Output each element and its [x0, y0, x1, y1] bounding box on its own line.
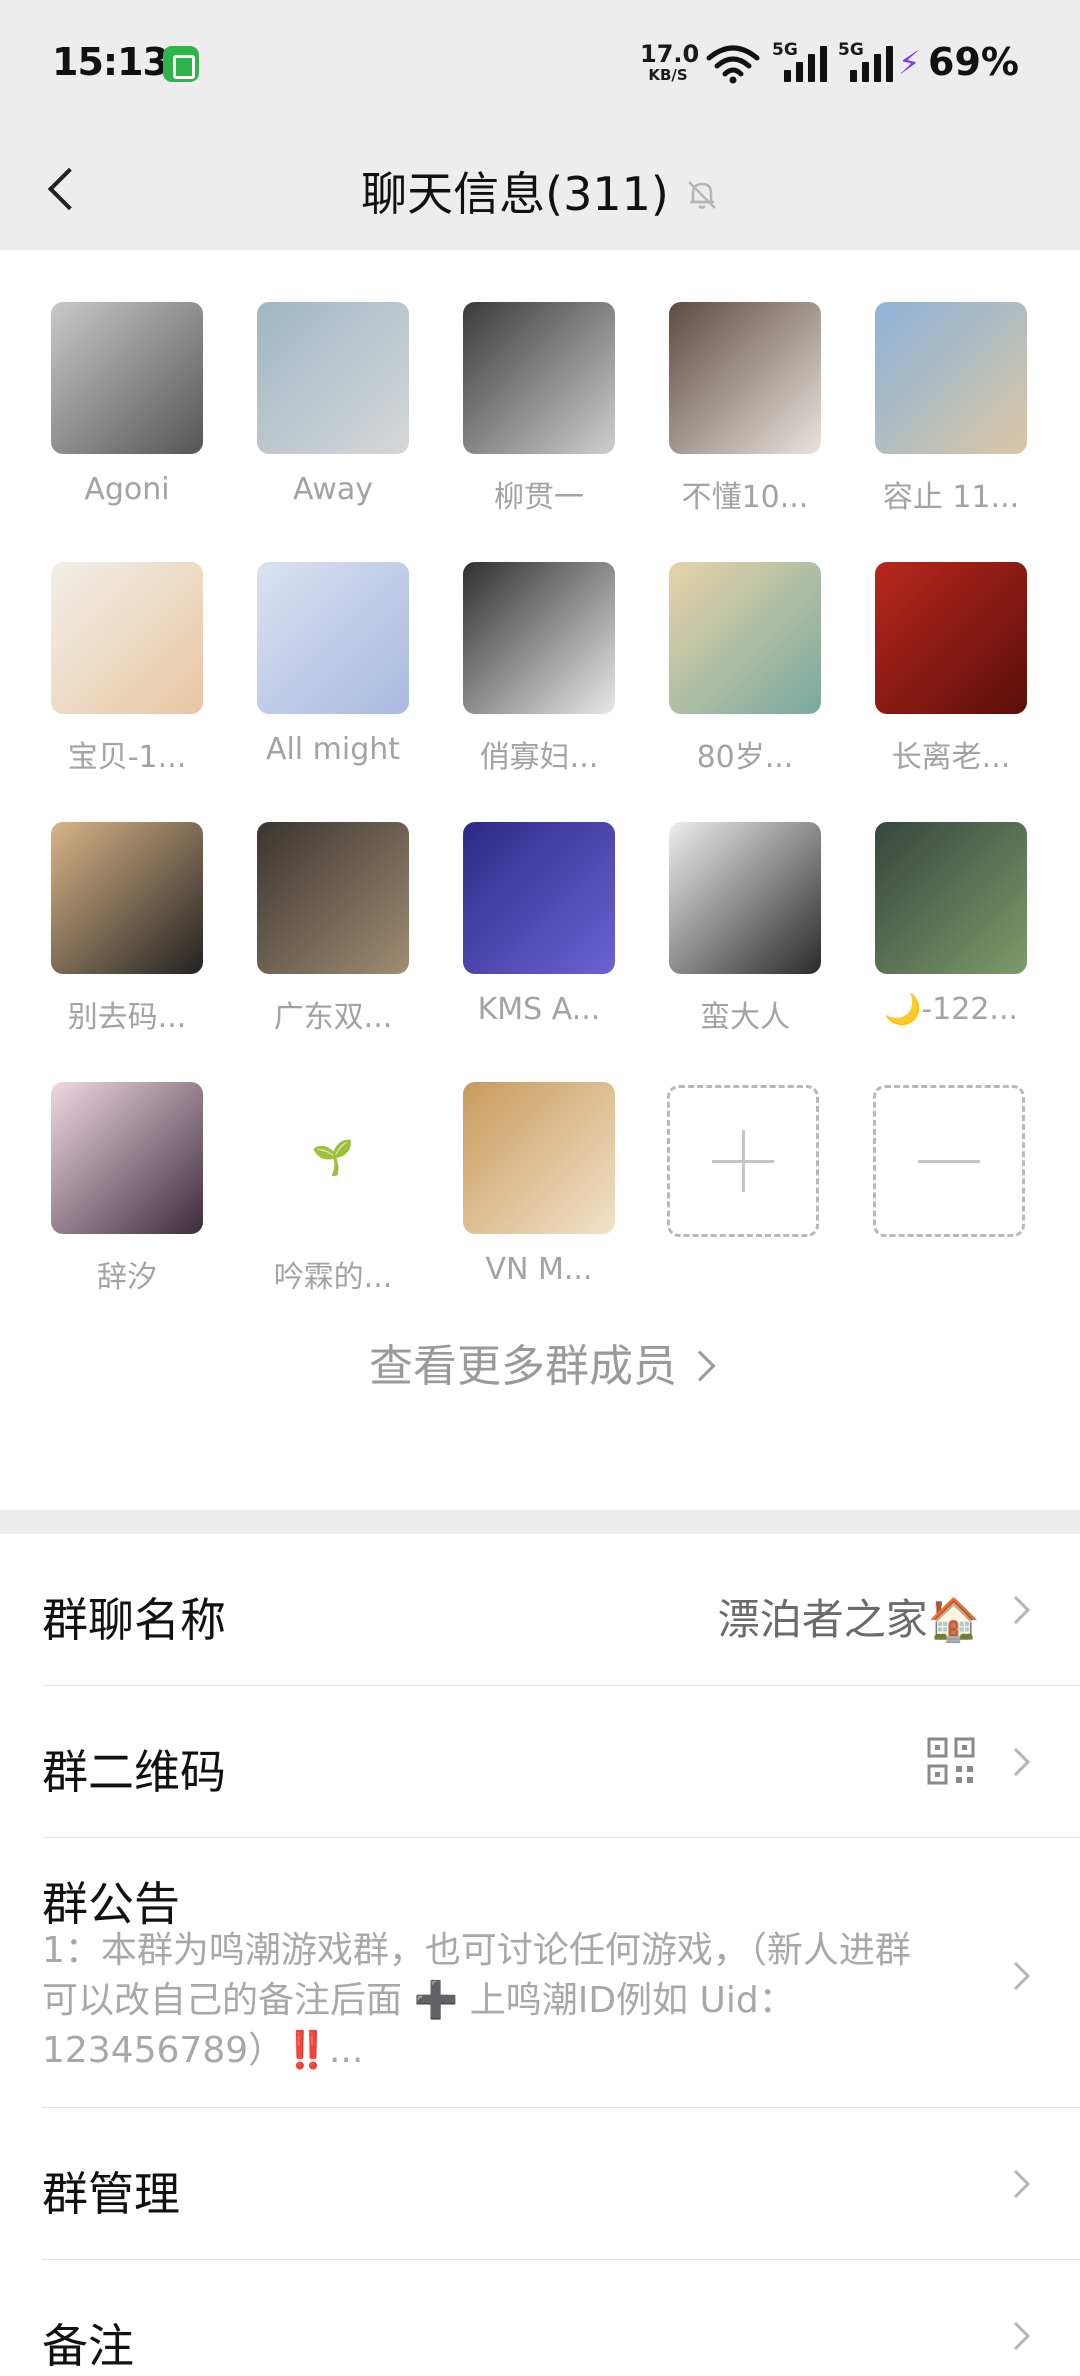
section-divider: [0, 1510, 1080, 1534]
chevron-right-icon: [1001, 1595, 1031, 1625]
member-item[interactable]: 不懂10...: [642, 302, 848, 542]
member-name: 不懂10...: [681, 480, 809, 515]
avatar: [257, 822, 409, 974]
avatar: [257, 302, 409, 454]
signal-1-label: 5G: [772, 40, 798, 60]
see-more-members-link[interactable]: 查看更多群成员: [0, 1330, 1080, 1394]
avatar: [875, 822, 1027, 974]
avatar: [51, 562, 203, 714]
group-manage-label: 群管理: [42, 2167, 180, 2221]
chevron-right-icon: [684, 1350, 716, 1382]
member-item[interactable]: 广东双...: [230, 822, 436, 1062]
chevron-right-icon: [1001, 2321, 1031, 2351]
network-speed-unit: KB/S: [648, 66, 688, 84]
battery-level: 69%: [928, 40, 1019, 84]
mute-bell-icon: [687, 181, 716, 209]
group-notice-text: 1：本群为鸣潮游戏群，也可讨论任何游戏，（新人进群可以改自己的备注后面 ➕ 上鸣…: [42, 1930, 911, 2071]
group-name-value: 漂泊者之家🏠: [717, 1595, 980, 1644]
group-qr-row[interactable]: 群二维码: [0, 1686, 1080, 1838]
member-item[interactable]: 80岁...: [642, 562, 848, 802]
see-more-label: 查看更多群成员: [369, 1341, 677, 1392]
member-name: 80岁...: [696, 740, 794, 775]
member-name: VN M...: [485, 1252, 593, 1287]
member-name: 🌙-122...: [883, 992, 1019, 1027]
member-name: 广东双...: [273, 1000, 393, 1035]
avatar: [257, 562, 409, 714]
avatar: [669, 562, 821, 714]
chevron-right-icon: [1001, 1747, 1031, 1777]
member-item[interactable]: 宝贝-1...: [24, 562, 230, 802]
avatar: [51, 1082, 203, 1234]
group-name-row[interactable]: 群聊名称 漂泊者之家🏠: [0, 1534, 1080, 1686]
member-name: Away: [293, 472, 373, 507]
remark-label: 备注: [42, 2319, 134, 2373]
member-item[interactable]: 长离老...: [848, 562, 1054, 802]
member-name: 辞汐: [97, 1260, 157, 1295]
network-speed-value: 17.0: [640, 40, 700, 68]
status-time: 15:13: [52, 40, 169, 84]
avatar: [669, 822, 821, 974]
signal-icon-2: 5G: [838, 40, 900, 84]
member-name: 宝贝-1...: [67, 740, 187, 775]
remark-row[interactable]: 备注: [0, 2260, 1080, 2376]
charging-icon: ⚡: [898, 44, 921, 82]
member-item[interactable]: Away: [230, 302, 436, 542]
member-item[interactable]: 容止 11...: [848, 302, 1054, 542]
member-name: All might: [265, 732, 401, 767]
add-member-button[interactable]: [640, 1085, 846, 1325]
member-item[interactable]: 俏寡妇...: [436, 562, 642, 802]
member-item[interactable]: KMS A...: [436, 822, 642, 1062]
member-name: 俏寡妇...: [479, 740, 599, 775]
chevron-right-icon: [1001, 1961, 1031, 1991]
member-item[interactable]: 别去码...: [24, 822, 230, 1062]
group-notice-label: 群公告: [42, 1877, 180, 1931]
app-notification-icon: [163, 46, 199, 82]
page-title: 聊天信息(311): [361, 167, 669, 221]
group-notice-row[interactable]: 群公告 1：本群为鸣潮游戏群，也可讨论任何游戏，（新人进群可以改自己的备注后面 …: [0, 1838, 1080, 2108]
avatar: [51, 822, 203, 974]
member-item[interactable]: VN M...: [436, 1082, 642, 1322]
avatar: [463, 1082, 615, 1234]
avatar: [463, 822, 615, 974]
remove-member-button[interactable]: [846, 1085, 1052, 1325]
network-speed: 17.0 KB/S: [640, 40, 700, 84]
avatar: [875, 562, 1027, 714]
member-item[interactable]: All might: [230, 562, 436, 802]
signal-icon-1: 5G: [772, 40, 834, 84]
member-name: 蛮大人: [700, 1000, 790, 1035]
member-item[interactable]: 🌙-122...: [848, 822, 1054, 1062]
page-title-wrap: 聊天信息(311): [0, 158, 1080, 224]
plus-icon: [667, 1085, 819, 1237]
minus-icon: [873, 1085, 1025, 1237]
member-item[interactable]: 辞汐: [24, 1082, 230, 1322]
status-bar: 15:13 17.0 KB/S 5G 5G ⚡ 69%: [0, 0, 1080, 130]
member-item[interactable]: Agoni: [24, 302, 230, 542]
member-name: 吟霖的...: [273, 1260, 393, 1295]
member-item[interactable]: 蛮大人: [642, 822, 848, 1062]
avatar: [463, 302, 615, 454]
chevron-right-icon: [1001, 2169, 1031, 2199]
member-item[interactable]: 柳贯一: [436, 302, 642, 542]
signal-2-label: 5G: [838, 40, 864, 60]
nav-bar: 聊天信息(311): [0, 130, 1080, 250]
member-name: Agoni: [84, 472, 170, 507]
member-grid: Agoni Away 柳贯一 不懂10... 容止 11... 宝贝-1... All mi…: [0, 250, 1080, 1510]
avatar: [463, 562, 615, 714]
member-name: 长离老...: [891, 740, 1011, 775]
wifi-icon: [706, 45, 760, 84]
group-name-label: 群聊名称: [42, 1593, 226, 1647]
member-name: 容止 11...: [882, 480, 1020, 515]
member-item[interactable]: 🌱 吟霖的...: [230, 1082, 436, 1322]
member-name: 别去码...: [67, 1000, 187, 1035]
qr-code-icon: [927, 1737, 975, 1785]
member-name: 柳贯一: [494, 480, 584, 515]
group-qr-label: 群二维码: [42, 1745, 226, 1799]
avatar: [875, 302, 1027, 454]
avatar: [51, 302, 203, 454]
avatar: [669, 302, 821, 454]
avatar: 🌱: [257, 1082, 409, 1234]
member-name: KMS A...: [477, 992, 601, 1027]
group-manage-row[interactable]: 群管理: [0, 2108, 1080, 2260]
